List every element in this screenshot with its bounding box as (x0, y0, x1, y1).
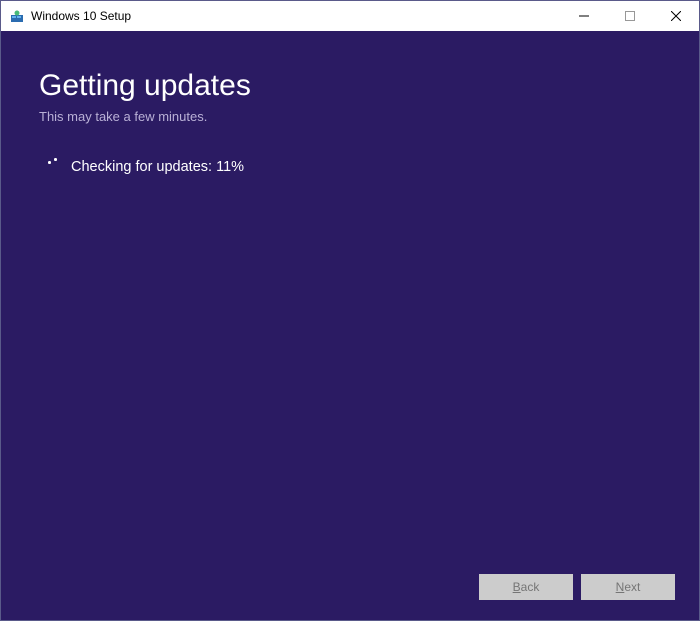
next-mnemonic: N (616, 580, 625, 594)
back-rest: ack (521, 580, 540, 594)
maximize-button[interactable] (607, 1, 653, 31)
setup-window: Windows 10 Setup Getting updates This ma… (0, 0, 700, 621)
button-row: Back Next (479, 574, 675, 600)
spinner-icon (45, 158, 63, 176)
window-controls (561, 1, 699, 31)
status-prefix: Checking for updates: (71, 159, 216, 175)
next-rest: ext (624, 580, 640, 594)
content-area: Getting updates This may take a few minu… (1, 31, 699, 620)
status-percent: 11% (216, 159, 244, 175)
titlebar: Windows 10 Setup (1, 1, 699, 31)
next-button[interactable]: Next (581, 574, 675, 600)
app-icon (9, 8, 25, 24)
minimize-button[interactable] (561, 1, 607, 31)
status-text: Checking for updates: 11% (71, 159, 244, 175)
window-title: Windows 10 Setup (31, 9, 131, 23)
back-mnemonic: B (513, 580, 521, 594)
close-button[interactable] (653, 1, 699, 31)
page-heading: Getting updates (39, 69, 661, 103)
page-subheading: This may take a few minutes. (39, 109, 661, 124)
back-button[interactable]: Back (479, 574, 573, 600)
status-row: Checking for updates: 11% (39, 158, 661, 176)
